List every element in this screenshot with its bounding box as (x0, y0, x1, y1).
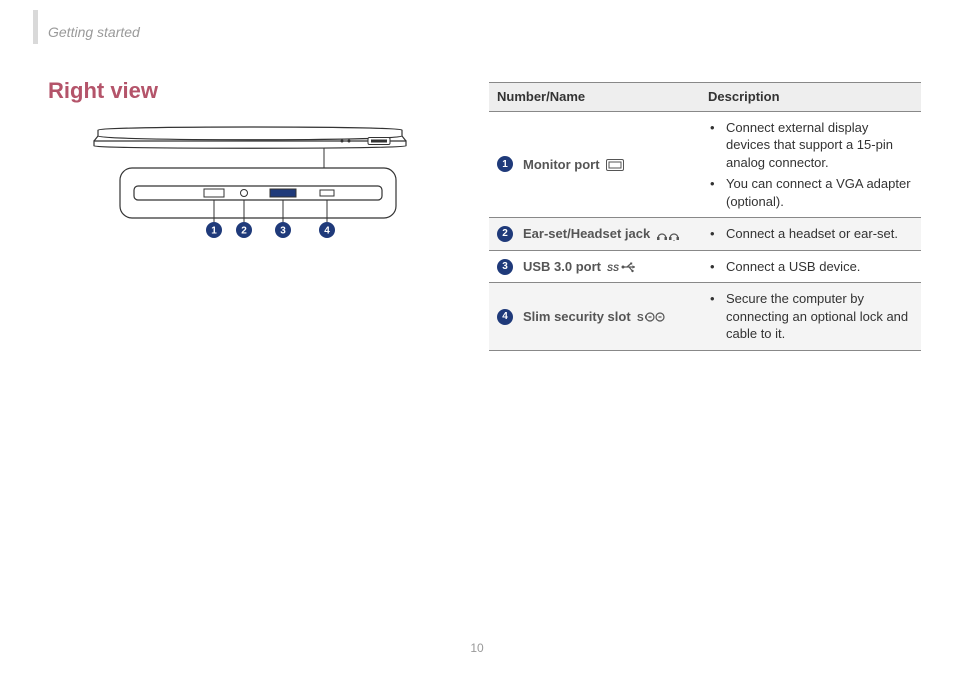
callout-4-label: 4 (324, 226, 330, 237)
callout-badge-4-icon: 4 (319, 222, 335, 238)
laptop-body-icon (94, 127, 406, 148)
headset-icon (656, 225, 680, 243)
port-description: Secure the computer by connecting an opt… (722, 288, 913, 345)
table-row: 4 Slim security slot S (489, 283, 921, 351)
page-header: Getting started (0, 0, 954, 56)
row-badge-icon: 3 (497, 259, 513, 275)
header-section-label: Getting started (48, 24, 140, 40)
port-name: Slim security slot (523, 308, 631, 326)
callout-badge-3-icon: 3 (275, 222, 291, 238)
header-rule-icon (33, 10, 38, 44)
col-header-number-name: Number/Name (489, 83, 700, 112)
port-description: You can connect a VGA adapter (optional)… (722, 173, 913, 212)
row-badge-icon: 4 (497, 309, 513, 325)
section-heading: Right view (48, 78, 158, 104)
port-name: USB 3.0 port (523, 258, 601, 276)
ports-table: Number/Name Description 1 Monitor port (489, 82, 921, 351)
col-header-description: Description (700, 83, 921, 112)
port-description: Connect a headset or ear-set. (722, 223, 913, 245)
port-name: Monitor port (523, 156, 600, 174)
monitor-port-icon (606, 156, 624, 174)
table-row: 2 Ear-set/Headset jack (489, 218, 921, 251)
callout-balloon-icon (120, 168, 396, 222)
svg-text:SS: SS (607, 263, 619, 273)
table-row: 3 USB 3.0 port SS (489, 250, 921, 283)
page: Getting started Right view (0, 0, 954, 675)
row-badge-icon: 1 (497, 156, 513, 172)
security-slot-icon: S (637, 308, 667, 326)
row-badge-icon: 2 (497, 226, 513, 242)
svg-text:S: S (637, 313, 644, 323)
callout-badge-2-icon: 2 (236, 222, 252, 238)
callout-3-label: 3 (280, 226, 286, 237)
laptop-right-view-diagram: 1 2 3 4 (84, 124, 414, 244)
usb-ss-icon: SS (607, 258, 637, 276)
callout-badge-1-icon: 1 (206, 222, 222, 238)
callout-2-label: 2 (241, 226, 247, 237)
page-number: 10 (0, 641, 954, 655)
table-row: 1 Monitor port Connect external display … (489, 111, 921, 218)
table-header-row: Number/Name Description (489, 83, 921, 112)
port-name: Ear-set/Headset jack (523, 225, 650, 243)
port-description: Connect external display devices that su… (722, 117, 913, 174)
callout-1-label: 1 (211, 226, 217, 237)
port-description: Connect a USB device. (722, 256, 913, 278)
